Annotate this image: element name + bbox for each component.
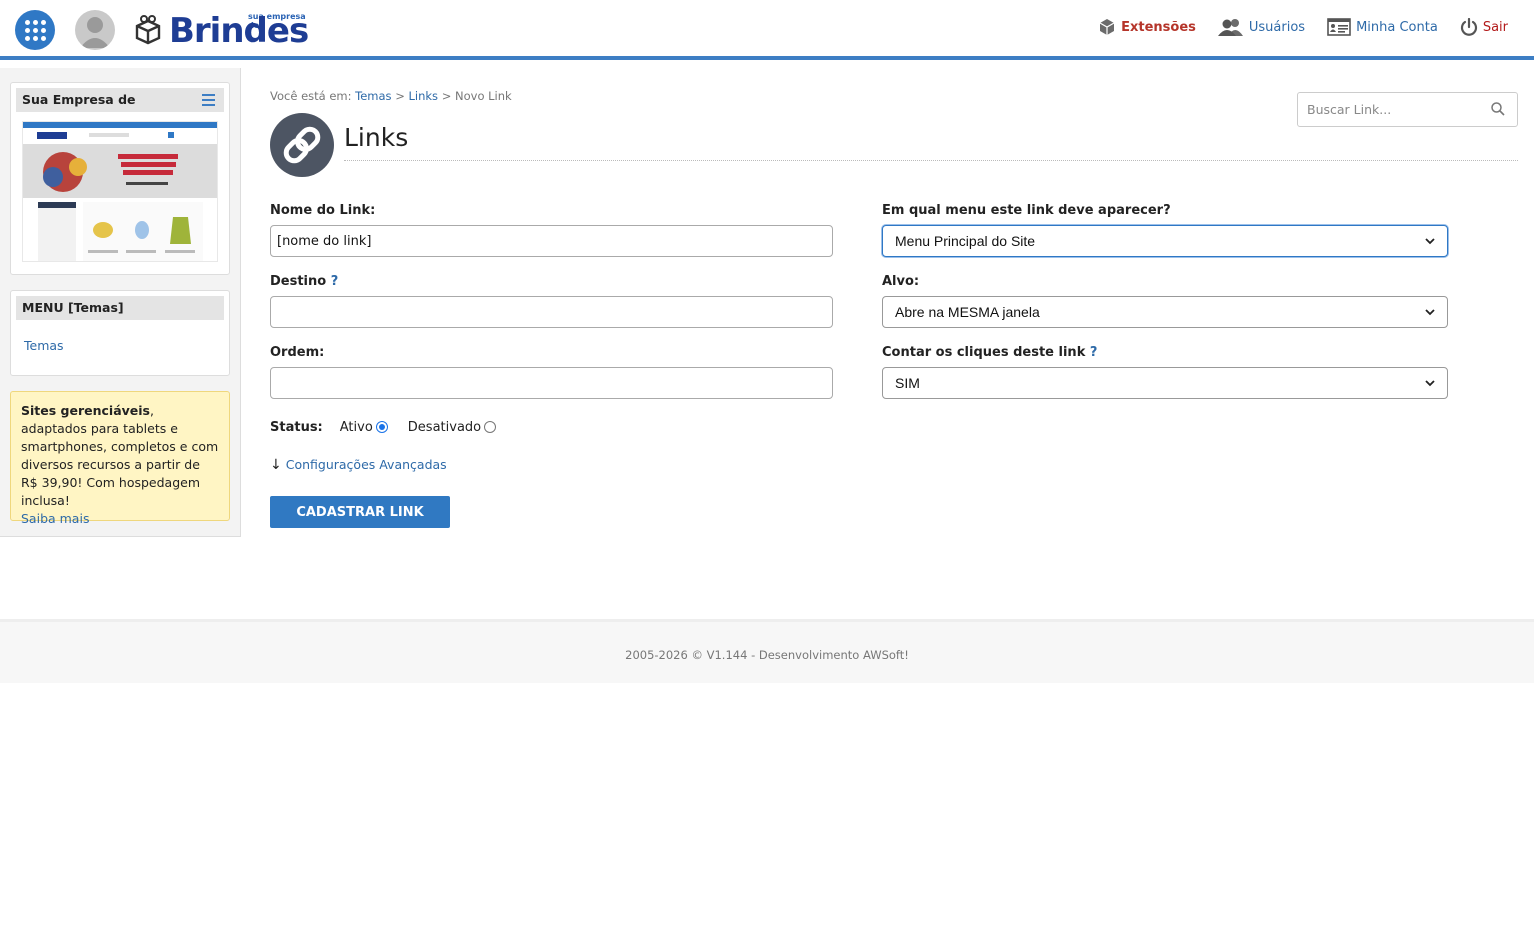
- menu-card: MENU [Temas] Temas: [10, 290, 230, 376]
- search-icon[interactable]: [1491, 102, 1505, 116]
- top-bar: sua empresa de Brindes Extensões Usuário…: [0, 0, 1534, 60]
- link-icon: [270, 113, 334, 177]
- nav-my-account-label: Minha Conta: [1356, 19, 1438, 35]
- status-inactive-radio[interactable]: [484, 420, 497, 433]
- menu-select-label: Em qual menu este link deve aparecer?: [882, 203, 1171, 218]
- chevron-down-icon: [1425, 379, 1435, 386]
- destination-label-text: Destino: [270, 274, 327, 289]
- destination-input[interactable]: [270, 296, 833, 328]
- site-preview-card: Sua Empresa de: [10, 82, 230, 275]
- nav-extensions[interactable]: Extensões: [1098, 18, 1196, 36]
- menu-select[interactable]: Menu Principal do Site: [882, 225, 1448, 257]
- destination-help-icon[interactable]: ?: [331, 274, 339, 289]
- footer: 2005-2026 © V1.144 - Desenvolvimento AWS…: [0, 619, 1534, 683]
- chevron-down-icon: [1425, 308, 1435, 315]
- target-select-value: Abre na MESMA janela: [895, 304, 1040, 320]
- site-thumbnail[interactable]: [22, 121, 218, 262]
- status-label: Status:: [270, 420, 323, 435]
- order-label: Ordem:: [270, 345, 325, 360]
- menu-item-temas[interactable]: Temas: [24, 338, 64, 353]
- target-select[interactable]: Abre na MESMA janela: [882, 296, 1448, 328]
- users-icon: [1217, 19, 1243, 36]
- status-active-radio[interactable]: [375, 420, 388, 433]
- breadcrumb: Você está em: Temas > Links > Novo Link: [270, 89, 512, 103]
- submit-link-button[interactable]: CADASTRAR LINK: [270, 496, 450, 528]
- page-title: Links: [344, 123, 409, 152]
- top-navigation: Extensões Usuários Minha Conta Sair: [1098, 18, 1508, 36]
- site-logo[interactable]: sua empresa de Brindes: [133, 10, 318, 50]
- nav-logout[interactable]: Sair: [1460, 18, 1508, 36]
- site-card-header: Sua Empresa de: [16, 88, 224, 112]
- link-name-label: Nome do Link:: [270, 203, 376, 218]
- power-icon: [1460, 18, 1477, 36]
- order-input[interactable]: [270, 367, 833, 399]
- title-divider: [344, 160, 1518, 161]
- nav-users-label: Usuários: [1248, 19, 1306, 35]
- destination-label: Destino ?: [270, 274, 338, 289]
- breadcrumb-prefix: Você está em:: [270, 89, 352, 103]
- arrow-down-icon: ↓: [270, 457, 282, 473]
- cube-icon: [1099, 19, 1115, 35]
- status-active-label: Ativo: [339, 420, 373, 435]
- site-screenshot-image: [23, 122, 217, 261]
- breadcrumb-link-temas[interactable]: Temas: [355, 89, 391, 103]
- advanced-settings-label: Configurações Avançadas: [285, 457, 447, 472]
- avatar[interactable]: [75, 10, 115, 50]
- promo-box: Sites gerenciáveis, adaptados para table…: [10, 391, 230, 526]
- sidebar: Sua Empresa de MENU [Temas] Temas Sites …: [0, 68, 241, 537]
- count-clicks-select-value: SIM: [895, 375, 920, 391]
- menu-select-value: Menu Principal do Site: [895, 233, 1036, 249]
- target-label: Alvo:: [882, 274, 920, 289]
- search-input[interactable]: [1298, 93, 1478, 126]
- breadcrumb-link-links[interactable]: Links: [409, 89, 439, 103]
- status-inactive-label: Desativado: [407, 420, 482, 435]
- site-card-title: Sua Empresa de: [22, 92, 136, 107]
- count-clicks-label: Contar os cliques deste link ?: [882, 345, 1097, 360]
- footer-text: 2005-2026 © V1.144 - Desenvolvimento AWS…: [625, 648, 909, 662]
- link-name-input[interactable]: [270, 225, 833, 257]
- hamburger-menu-icon[interactable]: [202, 94, 215, 109]
- menu-card-title: MENU [Temas]: [22, 300, 124, 315]
- apps-grid-button[interactable]: [15, 10, 55, 50]
- chevron-down-icon: [1425, 237, 1435, 244]
- nav-my-account[interactable]: Minha Conta: [1327, 18, 1438, 36]
- nav-extensions-label: Extensões: [1121, 19, 1196, 35]
- gift-box-icon: [135, 15, 161, 45]
- menu-card-header: MENU [Temas]: [16, 296, 224, 320]
- nav-users[interactable]: Usuários: [1217, 18, 1306, 36]
- user-silhouette-icon: [80, 17, 110, 48]
- promo-link[interactable]: Saiba mais: [21, 511, 89, 526]
- search-box: [1297, 92, 1518, 127]
- promo-text: , adaptados para tablets e smartphones, …: [21, 403, 219, 508]
- count-clicks-select[interactable]: SIM: [882, 367, 1448, 399]
- breadcrumb-separator: >: [441, 89, 452, 103]
- promo-bold: Sites gerenciáveis: [21, 403, 150, 418]
- advanced-settings-link[interactable]: ↓ Configurações Avançadas: [270, 457, 447, 473]
- nav-logout-label: Sair: [1482, 19, 1508, 35]
- count-clicks-label-text: Contar os cliques deste link: [882, 345, 1086, 360]
- breadcrumb-separator: >: [395, 89, 405, 103]
- logo-word: Brindes: [169, 11, 309, 51]
- account-card-icon: [1327, 18, 1351, 36]
- status-row: Status: Ativo Desativado: [270, 420, 497, 435]
- count-clicks-help-icon[interactable]: ?: [1090, 345, 1098, 360]
- breadcrumb-current: Novo Link: [455, 89, 512, 103]
